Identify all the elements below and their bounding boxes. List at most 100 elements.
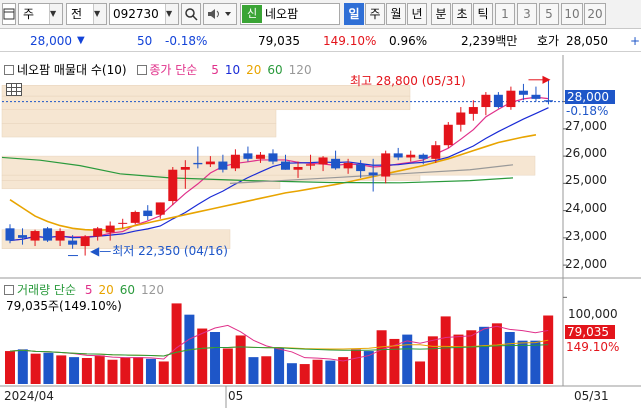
volume-legend: 거래량 단순 5 20 60 120 — [4, 282, 169, 298]
volume-bar — [479, 326, 490, 384]
candle-body — [481, 94, 491, 108]
candle-body — [418, 154, 428, 159]
low-annotation: ◀—최저 22,350 (04/16) — [90, 243, 233, 259]
ma10-label: 10 — [224, 63, 241, 77]
volume-bar — [504, 332, 515, 384]
volume-bar — [69, 357, 80, 384]
ma-label: 종가 단순 — [149, 63, 198, 77]
volume-profile-zone — [1, 95, 411, 111]
y-label-25000: 25,000 — [565, 173, 607, 187]
volume-bar — [94, 355, 105, 384]
volume-bar — [415, 361, 426, 384]
vol-ma60-label: 60 — [119, 283, 136, 297]
volume-bar — [5, 351, 15, 384]
candle — [43, 226, 53, 242]
candle-body — [18, 235, 28, 238]
volume-bar — [261, 356, 272, 384]
x-label-apr: 2024/04 — [4, 389, 54, 403]
volume-bar — [530, 340, 541, 384]
current-change-tag: -0.18% — [566, 104, 609, 118]
candle-body — [43, 228, 53, 241]
candle-body — [105, 225, 115, 233]
volume-toggle[interactable] — [4, 285, 14, 295]
volume-bar — [43, 352, 54, 384]
y-label-23000: 23,000 — [565, 229, 607, 243]
candle-body — [343, 162, 353, 169]
candle-body — [543, 100, 553, 102]
candle-body — [205, 161, 215, 165]
current-volume-tag: 79,035 — [565, 325, 615, 339]
candle-body — [30, 231, 40, 241]
candle-body — [431, 145, 441, 159]
candle-body — [243, 153, 253, 159]
candle-body — [443, 124, 453, 146]
volume-bar — [107, 359, 118, 384]
price-legend: 네오팜 매물대 수(10) 종가 단순 5 10 20 60 120 — [4, 62, 317, 78]
volume-bar — [133, 357, 144, 384]
candle-body — [331, 158, 341, 169]
candle — [168, 167, 178, 206]
candle — [130, 210, 140, 225]
volume-bar — [56, 355, 67, 384]
volume-profile-zone — [1, 109, 277, 124]
volume-bar — [517, 340, 528, 384]
volume-bar — [197, 328, 208, 384]
volume-bar — [235, 335, 246, 384]
volume-title: 거래량 단순 — [17, 283, 77, 297]
volume-bar — [350, 349, 361, 384]
volume-bar — [427, 336, 438, 384]
ma5-label: 5 — [211, 63, 219, 77]
candle-body — [268, 153, 278, 162]
volume-summary: 79,035주(149.10%) — [6, 299, 122, 313]
candle-body — [180, 167, 190, 170]
volume-bar — [312, 359, 323, 384]
current-volume-ratio-tag: 149.10% — [566, 340, 620, 354]
candle-body — [456, 112, 466, 125]
vol-ma5-label: 5 — [84, 283, 93, 297]
candle-body — [506, 90, 516, 108]
candle-body — [318, 157, 328, 165]
volume-bar — [466, 330, 477, 384]
volume-bar — [274, 347, 285, 384]
high-annotation: 최고 28,800 (05/31) — [350, 74, 466, 88]
y-label-22000: 22,000 — [565, 257, 607, 271]
volume-bar — [17, 349, 28, 384]
candle-body — [293, 167, 303, 170]
volume-profile-title: 네오팜 매물대 수(10) — [17, 63, 127, 77]
ma20-label: 20 — [246, 63, 262, 77]
volume-bar — [222, 348, 233, 384]
volume-bar — [543, 315, 554, 384]
volume-bar — [30, 353, 41, 384]
vol-ma20-label: 20 — [98, 283, 114, 297]
x-label-may: 05 — [228, 389, 244, 403]
volume-bar — [325, 360, 336, 384]
ma-toggle[interactable] — [137, 65, 148, 75]
candle-body — [255, 154, 265, 159]
volume-bar — [440, 316, 451, 384]
candle-body — [518, 90, 528, 95]
vol-y-label-100000: 100,000 — [568, 307, 618, 321]
left-arrow-icon: ◀— — [90, 244, 112, 258]
volume-bar — [299, 364, 310, 384]
volume-profile-zone — [1, 123, 277, 138]
x-label-last-date: 05/31 — [574, 389, 609, 403]
volume-bar — [158, 361, 169, 384]
candle-body — [356, 164, 366, 172]
volume-bar — [453, 334, 464, 384]
volume-bar — [145, 358, 156, 384]
y-label-26000: 26,000 — [565, 146, 607, 160]
grid-toggle-icon[interactable] — [6, 83, 22, 96]
candle-body — [55, 231, 65, 241]
legend-toggle[interactable] — [4, 65, 14, 75]
volume-profile-zone — [1, 85, 411, 97]
volume-bar — [171, 303, 182, 384]
volume-profile-zone — [1, 180, 281, 190]
candle-body — [93, 228, 103, 237]
candle-body — [143, 210, 153, 217]
low-annotation-text: 최저 22,350 (04/16) — [112, 244, 228, 258]
ma60-label: 60 — [267, 63, 283, 77]
candle-body — [531, 94, 541, 99]
candle-body — [468, 107, 478, 114]
candle-body — [406, 154, 416, 158]
candle-body — [393, 153, 403, 158]
